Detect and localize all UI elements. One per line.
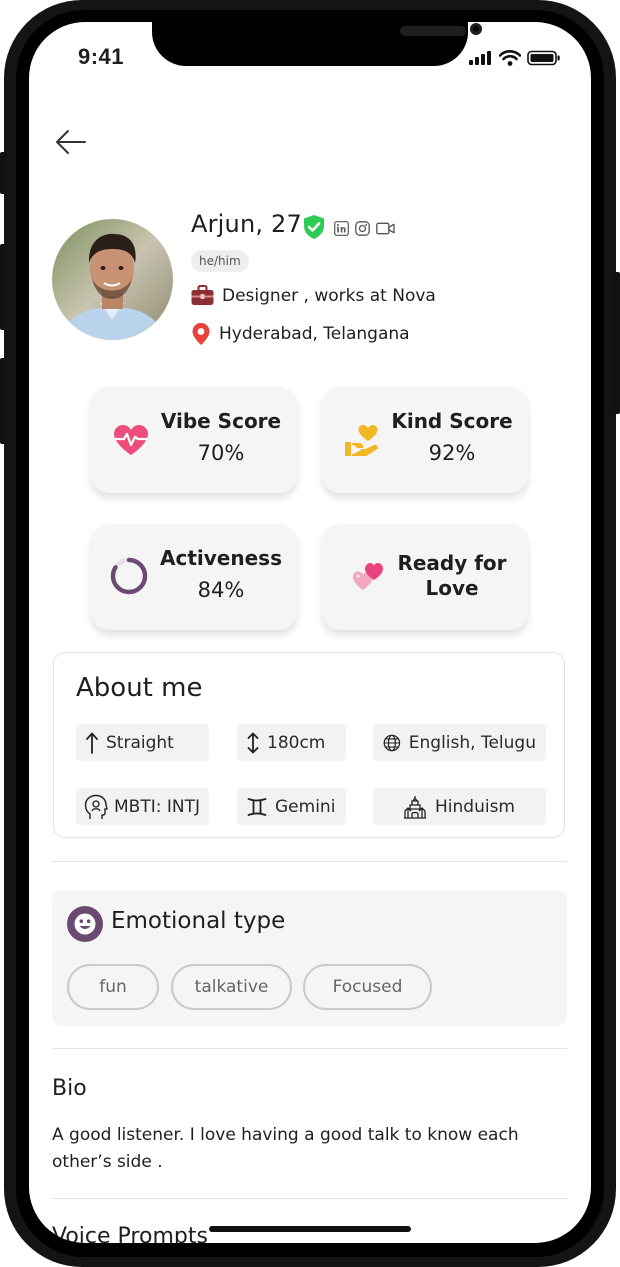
section-divider [52, 861, 567, 862]
app-screen: 9:41 Arjun, 27 he/him Designer , works a… [29, 22, 591, 1243]
volume-down-button [0, 358, 6, 444]
ready-for-love-line2: Love [425, 576, 479, 600]
kind-score-title: Kind Score [391, 409, 513, 433]
voice-prompts-title: Voice Prompts [52, 1224, 208, 1243]
bio-title: Bio [52, 1076, 87, 1101]
height-icon [247, 732, 259, 753]
status-time: 9:41 [78, 44, 125, 69]
occupation-text: Designer , works at Nova [222, 285, 436, 306]
temple-icon [404, 795, 426, 819]
power-button [614, 272, 620, 414]
volume-up-button [0, 244, 6, 330]
social-links [334, 221, 395, 236]
front-camera [470, 23, 482, 35]
instagram-icon[interactable] [355, 221, 370, 236]
linkedin-icon[interactable] [334, 221, 349, 236]
section-divider [52, 1048, 567, 1049]
chip-mbti-label: MBTI: INTJ [114, 796, 200, 817]
activeness-title: Activeness [160, 546, 282, 570]
location-row: Hyderabad, Telangana [191, 322, 410, 346]
home-indicator[interactable] [209, 1226, 411, 1232]
two-hearts-icon [353, 563, 383, 590]
verified-badge-icon [304, 215, 324, 239]
activeness-value: 84% [197, 578, 245, 602]
activeness-card[interactable]: Activeness 84% [91, 524, 297, 630]
chip-languages-label: English, Telugu [408, 732, 536, 753]
chip-orientation: Straight [76, 724, 209, 761]
pronouns-badge: he/him [191, 250, 249, 272]
chip-orientation-label: Straight [106, 732, 174, 753]
about-me-title: About me [76, 673, 203, 703]
tag-pill[interactable]: fun [67, 964, 159, 1010]
arrow-up-icon [86, 732, 98, 754]
globe-icon [383, 734, 401, 751]
location-pin-icon [192, 323, 210, 345]
kind-score-card[interactable]: Kind Score 92% [322, 387, 528, 493]
vibe-score-value: 70% [197, 441, 245, 465]
bio-text: A good listener. I love having a good ta… [52, 1125, 519, 1172]
chip-religion-label: Hinduism [435, 796, 515, 817]
status-icons [469, 50, 561, 66]
mute-switch [0, 152, 6, 194]
giving-heart-icon [345, 425, 378, 456]
ready-for-love-line1: Ready for [397, 551, 507, 575]
progress-ring-icon [110, 557, 148, 595]
about-me-section: About me Straight 180cm English, Telugu … [53, 652, 565, 838]
notch [152, 22, 482, 66]
chip-height-label: 180cm [267, 732, 326, 753]
ready-for-love-title: Ready for Love [388, 551, 516, 601]
emotional-type-section: Emotional type fun talkative Focused [52, 890, 567, 1026]
signal-icon [469, 51, 491, 65]
chip-religion: Hinduism [373, 788, 546, 825]
head-icon [84, 794, 108, 819]
vibe-score-title: Vibe Score [160, 409, 282, 433]
chip-mbti: MBTI: INTJ [76, 788, 209, 825]
smiley-icon [67, 906, 103, 942]
speaker [400, 26, 466, 36]
back-arrow-icon[interactable] [55, 128, 87, 156]
chip-zodiac-label: Gemini [275, 796, 336, 817]
location-text: Hyderabad, Telangana [219, 324, 410, 344]
heart-pulse-icon [114, 425, 148, 455]
briefcase-icon [191, 285, 214, 305]
kind-score-value: 92% [428, 441, 476, 465]
tag-pill[interactable]: Focused [303, 964, 432, 1010]
video-icon[interactable] [376, 222, 395, 235]
profile-name-age: Arjun, 27 [191, 210, 302, 238]
vibe-score-card[interactable]: Vibe Score 70% [91, 387, 297, 493]
tag-pill[interactable]: talkative [171, 964, 292, 1010]
section-divider [52, 1198, 567, 1199]
gemini-icon [247, 797, 267, 816]
wifi-icon [499, 50, 521, 66]
chip-languages: English, Telugu [373, 724, 546, 761]
emotional-type-title: Emotional type [111, 908, 286, 934]
occupation-row: Designer , works at Nova [191, 285, 436, 306]
ready-for-love-card[interactable]: Ready for Love [322, 524, 528, 630]
avatar[interactable] [52, 219, 173, 340]
chip-height: 180cm [237, 724, 346, 761]
battery-icon [527, 50, 560, 66]
chip-zodiac: Gemini [237, 788, 346, 825]
